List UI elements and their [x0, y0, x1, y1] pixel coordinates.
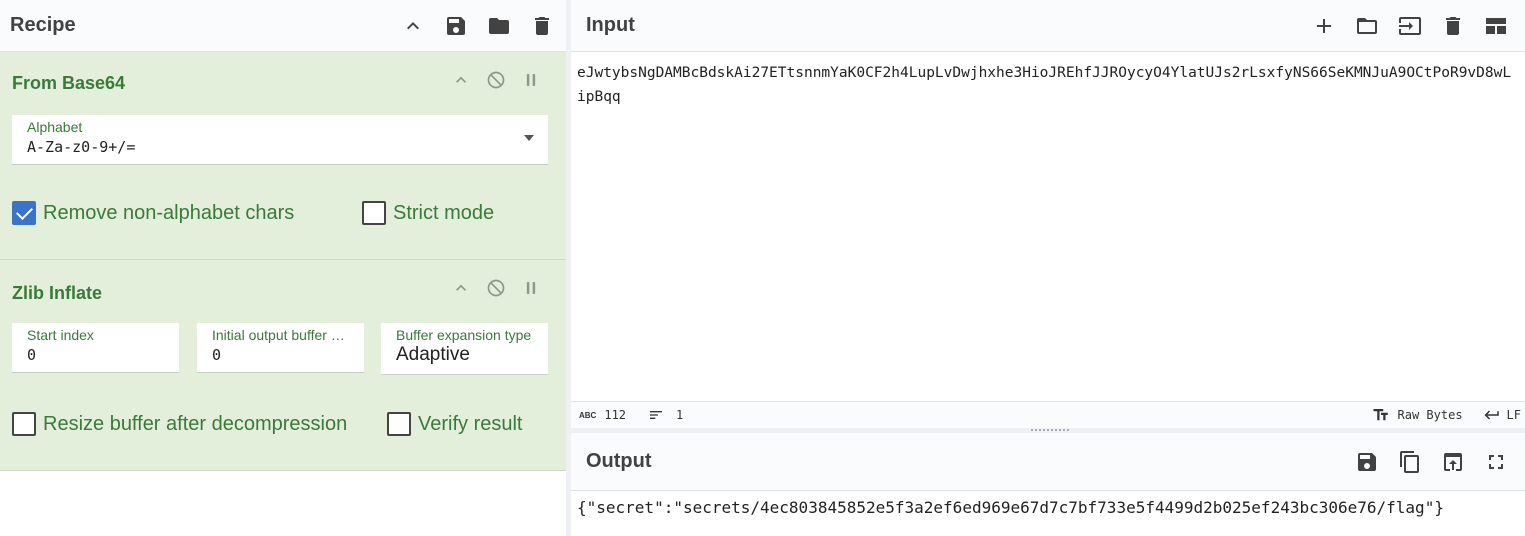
operation-title: Zlib Inflate	[12, 283, 102, 303]
checkbox-unchecked-icon[interactable]	[12, 412, 36, 436]
start-index-label: Start index	[27, 327, 94, 343]
text-size-icon	[1373, 409, 1388, 421]
initial-output-buffer-field[interactable]: Initial output buffer s... 0	[197, 323, 364, 373]
checkbox-checked-icon[interactable]	[12, 201, 36, 225]
output-title: Output	[586, 450, 652, 472]
start-index-field[interactable]: Start index 0	[12, 323, 179, 373]
remove-non-alphabet-label: Remove non-alphabet chars	[43, 201, 295, 224]
open-file-folder-icon[interactable]	[1353, 12, 1381, 40]
chevron-down-icon[interactable]	[524, 135, 534, 141]
disable-operation-icon[interactable]	[485, 277, 507, 299]
remove-non-alphabet-checkbox[interactable]: Remove non-alphabet chars	[12, 201, 294, 225]
output-text[interactable]: {"secret":"secrets/4ec803845852e5f3a2ef6…	[571, 492, 1525, 536]
initial-output-buffer-label: Initial output buffer s...	[212, 327, 349, 343]
operation-from-base64: From Base64 Alphabet A-Za-z0-9+/= Remove…	[0, 52, 566, 260]
open-folder-input-icon[interactable]	[1396, 12, 1424, 40]
recipe-header: Recipe	[0, 0, 566, 52]
alphabet-value: A-Za-z0-9+/=	[27, 138, 136, 156]
checkbox-unchecked-icon[interactable]	[362, 201, 386, 225]
return-arrow-icon	[1484, 410, 1499, 420]
save-output-icon[interactable]	[1353, 448, 1381, 476]
grip-icon	[1031, 429, 1069, 432]
input-textarea[interactable]: eJwtybsNgDAMBcBdskAi27ETtsnnmYaK0CF2h4Lu…	[571, 53, 1525, 400]
resize-buffer-checkbox[interactable]: Resize buffer after decompression	[12, 412, 347, 436]
line-count-value: 1	[676, 408, 684, 422]
recipe-title: Recipe	[10, 14, 76, 36]
clear-input-trash-icon[interactable]	[1439, 12, 1467, 40]
lines-icon	[650, 411, 663, 419]
initial-output-buffer-value: 0	[212, 346, 222, 364]
operation-zlib-inflate: Zlib Inflate Start index 0 Initial outpu…	[0, 260, 566, 471]
verify-result-checkbox[interactable]: Verify result	[387, 412, 522, 436]
collapse-all-icon[interactable]	[399, 12, 427, 40]
char-count-value: 112	[604, 408, 627, 422]
add-tab-plus-icon[interactable]	[1310, 12, 1338, 40]
strict-mode-checkbox[interactable]: Strict mode	[362, 201, 494, 225]
output-header: Output	[571, 433, 1525, 491]
eol-value: LF	[1506, 408, 1521, 422]
copy-output-icon[interactable]	[1396, 448, 1424, 476]
disable-operation-icon[interactable]	[485, 69, 507, 91]
maximize-output-icon[interactable]	[1482, 448, 1510, 476]
input-encoding[interactable]: Raw Bytes	[1372, 406, 1463, 424]
replace-input-with-output-icon[interactable]	[1439, 448, 1467, 476]
buffer-expansion-type-value: Adaptive	[396, 344, 470, 365]
start-index-value: 0	[27, 346, 37, 364]
buffer-expansion-type-select[interactable]: Buffer expansion type Adaptive	[381, 323, 548, 375]
operation-title: From Base64	[12, 73, 126, 93]
save-recipe-icon[interactable]	[442, 12, 470, 40]
strict-mode-label: Strict mode	[393, 201, 495, 224]
recipe-panel: Recipe From Base64 Alphabet A-Za-z0-9+/=…	[0, 0, 566, 536]
verify-result-label: Verify result	[418, 412, 523, 435]
pause-icon[interactable]	[520, 277, 542, 299]
reset-layout-icon[interactable]	[1482, 12, 1510, 40]
clear-recipe-trash-icon[interactable]	[528, 12, 556, 40]
io-panel: Input eJwtybsNgDAMBcBdskAi27ETtsnnmYaK0C…	[571, 0, 1525, 536]
resize-buffer-label: Resize buffer after decompression	[43, 412, 348, 435]
input-status-bar: ABC 112 1 Raw Bytes LF	[571, 401, 1525, 428]
alphabet-select[interactable]: Alphabet A-Za-z0-9+/=	[12, 115, 548, 165]
chevron-up-icon[interactable]	[450, 69, 472, 91]
buffer-expansion-type-label: Buffer expansion type	[396, 327, 532, 343]
input-eol[interactable]: LF	[1483, 406, 1521, 424]
pause-icon[interactable]	[520, 69, 542, 91]
abc-icon: ABC	[579, 410, 597, 420]
chevron-up-icon[interactable]	[450, 277, 472, 299]
encoding-value: Raw Bytes	[1397, 408, 1463, 422]
char-count: ABC 112	[579, 408, 626, 422]
checkbox-unchecked-icon[interactable]	[387, 412, 411, 436]
alphabet-label: Alphabet	[27, 119, 83, 135]
line-count: 1	[648, 407, 683, 423]
input-header: Input	[571, 0, 1525, 52]
input-title: Input	[586, 14, 635, 36]
load-recipe-folder-icon[interactable]	[485, 12, 513, 40]
